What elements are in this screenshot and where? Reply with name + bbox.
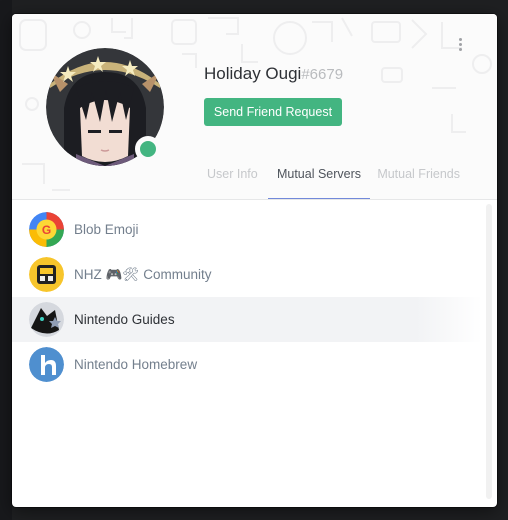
- server-name: Blob Emoji: [74, 222, 139, 237]
- avatar[interactable]: [46, 48, 164, 166]
- list-item-nhz-community[interactable]: NHZ 🎮🛠 Community: [12, 252, 482, 297]
- list-item-blob-emoji[interactable]: G Blob Emoji: [12, 207, 482, 252]
- list-item-nintendo-homebrew[interactable]: Nintendo Homebrew: [12, 342, 482, 387]
- server-name: NHZ 🎮🛠 Community: [74, 266, 212, 282]
- nintendo-guides-server-icon: [29, 302, 64, 337]
- profile-header: Holiday Ougi#6679 Send Friend Request Us…: [12, 14, 497, 200]
- mutual-servers-list: G Blob Emoji NHZ 🎮🛠 Community Nintendo G…: [12, 201, 497, 507]
- send-friend-request-button[interactable]: Send Friend Request: [204, 98, 342, 126]
- online-status-indicator: [135, 136, 161, 162]
- svg-text:G: G: [42, 223, 51, 237]
- blob-emoji-server-icon: G: [29, 212, 64, 247]
- list-item-nintendo-guides[interactable]: Nintendo Guides: [12, 297, 482, 342]
- username: Holiday Ougi#6679: [204, 64, 343, 84]
- profile-tabs: User Info Mutual Servers Mutual Friends: [204, 162, 460, 199]
- background-channel-list: [0, 0, 12, 520]
- kebab-menu-icon[interactable]: [455, 36, 465, 56]
- user-profile-modal: Holiday Ougi#6679 Send Friend Request Us…: [12, 14, 497, 507]
- tab-mutual-servers[interactable]: Mutual Servers: [268, 162, 370, 199]
- list-scrollbar[interactable]: [486, 204, 492, 499]
- server-name: Nintendo Guides: [74, 312, 175, 327]
- username-text: Holiday Ougi: [204, 64, 302, 83]
- server-name: Nintendo Homebrew: [74, 357, 198, 372]
- nhz-community-server-icon: [29, 257, 64, 292]
- tab-user-info[interactable]: User Info: [207, 162, 268, 199]
- discriminator: #6679: [301, 66, 344, 83]
- tab-mutual-friends[interactable]: Mutual Friends: [370, 162, 460, 199]
- nintendo-homebrew-server-icon: [29, 347, 64, 382]
